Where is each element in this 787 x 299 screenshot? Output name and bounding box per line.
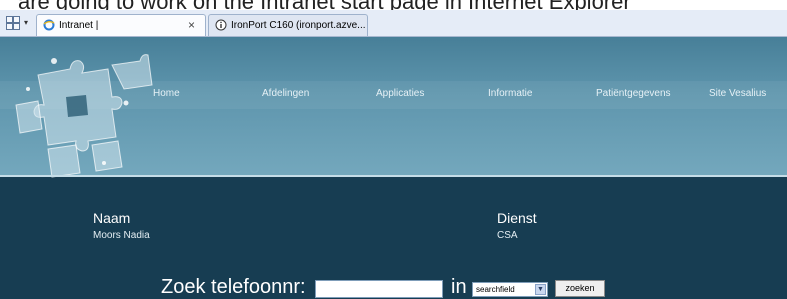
select-value: searchfield	[476, 285, 515, 294]
close-tab-icon[interactable]: ×	[188, 18, 195, 32]
chevron-down-icon: ▼	[535, 284, 546, 295]
nav-afdelingen[interactable]: Afdelingen	[262, 88, 309, 99]
site-header: Home Afdelingen Applicaties Informatie P…	[0, 37, 787, 178]
nav-informatie[interactable]: Informatie	[488, 88, 532, 99]
tab-label: Intranet |	[59, 20, 99, 31]
department-value: CSA	[497, 230, 518, 241]
puzzle-logo	[15, 54, 153, 178]
quick-tabs-icon[interactable]	[6, 16, 20, 30]
info-icon	[215, 19, 227, 31]
ie-icon	[43, 19, 55, 31]
tab-ironport[interactable]: IronPort C160 (ironport.azve...	[208, 14, 368, 36]
phone-search-input[interactable]	[315, 280, 443, 298]
tab-intranet[interactable]: Intranet | ×	[36, 14, 206, 36]
nav-patientgegevens[interactable]: Patiëntgegevens	[596, 88, 671, 99]
caption-text: are going to work on the Intranet start …	[18, 0, 631, 10]
search-button[interactable]: zoeken	[555, 280, 605, 297]
name-label: Naam	[93, 210, 131, 226]
nav-site-vesalius[interactable]: Site Vesalius	[709, 88, 766, 99]
name-value: Moors Nadia	[93, 230, 150, 241]
caption-strip: are going to work on the Intranet start …	[0, 0, 787, 10]
browser-tab-bar: ▾ Intranet | × IronPort C160 (ironport.a…	[0, 10, 787, 37]
search-field-select[interactable]: searchfield ▼	[472, 282, 548, 297]
nav-home[interactable]: Home	[153, 88, 180, 99]
department-label: Dienst	[497, 210, 537, 226]
tab-label: IronPort C160 (ironport.azve...	[231, 20, 366, 31]
header-divider	[0, 175, 787, 177]
nav-applicaties[interactable]: Applicaties	[376, 88, 424, 99]
tab-list-dropdown-icon[interactable]: ▾	[24, 18, 28, 27]
